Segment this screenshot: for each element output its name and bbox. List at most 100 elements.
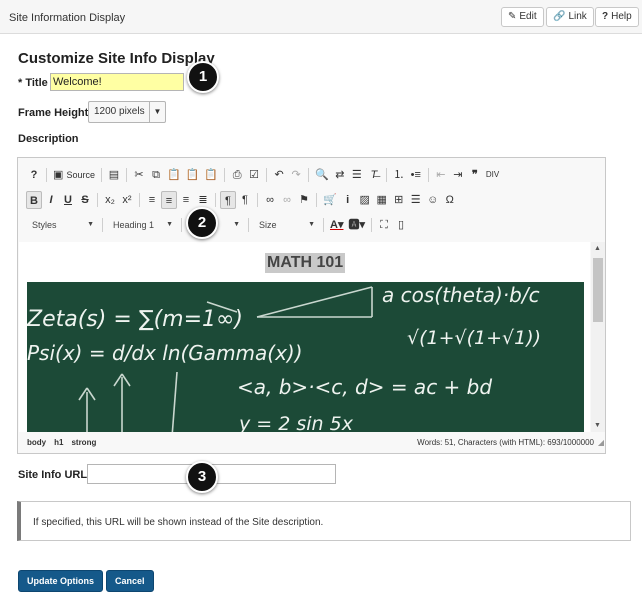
pencil-icon: ✎ [508,11,517,22]
title-input[interactable] [50,73,184,91]
editor-content[interactable]: MATH 101 Zeta(s) = ∑(m=1∞) a cos(theta)·… [19,242,590,432]
url-info-text: If specified, this URL will be shown ins… [33,517,324,528]
update-options-button[interactable]: Update Options [18,570,103,592]
select-all-icon[interactable]: ☰ [349,166,365,184]
smiley-icon[interactable]: ☺ [425,191,441,209]
horizontal-rule-icon[interactable]: ☰ [408,191,424,209]
div-container-icon[interactable]: DIV [484,166,501,184]
paste-icon[interactable]: 📋 [165,166,183,184]
help-about-button[interactable]: ? [26,166,42,184]
size-combo[interactable]: Size ▼ [253,216,319,234]
edit-button[interactable]: ✎ Edit [501,7,544,27]
copy-icon[interactable]: ⧉ [148,166,164,184]
bulleted-list-icon[interactable]: •≡ [408,166,424,184]
scroll-up-icon[interactable]: ▲ [594,245,601,252]
cut-icon[interactable]: ✂ [131,166,147,184]
image-icon[interactable]: ▨ [357,191,373,209]
anchor-icon[interactable]: ⚑ [296,191,312,209]
spellcheck-icon[interactable]: ☑ [246,166,262,184]
chalk-line-sine: y = 2 sin 5x [238,413,354,432]
paste-text-icon[interactable]: 📋 [184,166,202,184]
size-label: Size [259,220,277,230]
link-button[interactable]: 🔗 Link [546,7,594,27]
align-center-icon[interactable]: ≡ [161,191,177,209]
redo-icon[interactable]: ↷ [288,166,304,184]
unlink-icon[interactable]: ∞ [279,191,295,209]
chalk-line-psi: Psi(x) = d/dx ln(Gamma(x)) [27,341,303,365]
tool-title: Site Information Display [9,12,126,24]
paste-word-icon[interactable]: 📋 [202,166,220,184]
callout-badge-3: 3 [186,461,218,493]
page-title: Customize Site Info Display [18,50,215,67]
frame-height-select[interactable]: 1200 pixels ▼ [88,101,166,123]
path-strong[interactable]: strong [71,438,96,447]
link-label: Link [568,11,587,22]
text-color-button[interactable]: A▾ [328,216,345,234]
question-icon: ? [602,11,609,22]
replace-icon[interactable]: ⇄ [332,166,348,184]
text-direction-rtl-icon[interactable]: ¶ [237,191,253,209]
cart-icon[interactable]: 🛒 [321,191,339,209]
info-icon[interactable]: i [340,191,356,209]
templates-icon[interactable]: ▤ [106,166,122,184]
element-path: body h1 strong [27,434,104,452]
callout-badge-2: 2 [186,207,218,239]
movie-icon[interactable]: ▦ [374,191,390,209]
word-count: Words: 51, Characters (with HTML): 693/1… [417,438,594,447]
path-body[interactable]: body [27,438,46,447]
link-icon[interactable]: ∞ [262,191,278,209]
callout-badge-1: 1 [187,61,219,93]
resize-handle-icon[interactable]: ◢ [598,434,604,452]
background-color-button[interactable]: 🅰▾ [346,216,367,234]
subscript-button[interactable]: x₂ [102,191,118,209]
scroll-down-icon[interactable]: ▼ [594,422,601,429]
table-icon[interactable]: ⊞ [391,191,407,209]
chalk-line-zeta: Zeta(s) = ∑(m=1∞) [27,307,243,332]
toolbar-row-1: ? ▣ Source ▤ ✂ ⧉ 📋 📋 📋 ⎙ ☑ ↶ ↷ 🔍 ⇄ ☰ T̶ … [26,165,501,185]
underline-button[interactable]: U [60,191,76,209]
styles-combo[interactable]: Styles ▼ [26,216,98,234]
frame-height-label: Frame Height [18,107,89,119]
editor-status-bar: body h1 strong Words: 51, Characters (with… [19,434,604,452]
chalk-line-inner-product: <a, b>·<c, d> = ac + bd [237,375,492,399]
blockquote-icon[interactable]: ❞ [467,166,483,184]
indent-icon[interactable]: ⇥ [450,166,466,184]
source-button[interactable]: ▣ Source [51,166,97,184]
chalk-line-cos: a cos(theta)·b/c [382,283,540,307]
chalk-line-sqrt: √(1+√(1+√1)) [407,327,541,349]
find-icon[interactable]: 🔍 [313,166,331,184]
scroll-thumb[interactable] [593,258,603,322]
maximize-icon[interactable]: ⛶ [376,216,392,234]
source-icon: ▣ [53,169,64,181]
superscript-button[interactable]: x² [119,191,135,209]
bold-button[interactable]: B [26,191,42,209]
url-info-note: If specified, this URL will be shown ins… [17,501,631,541]
text-direction-ltr-icon[interactable]: ¶ [220,191,236,209]
remove-format-icon[interactable]: T̶ [366,166,382,184]
editor-scrollbar[interactable]: ▲ ▼ [591,242,605,432]
tool-title-bar: Site Information Display ✎ Edit 🔗 Link ? He… [0,0,642,34]
undo-icon[interactable]: ↶ [271,166,287,184]
edit-label: Edit [519,11,537,22]
description-label: Description [18,133,79,145]
format-combo[interactable]: Heading 1 ▼ [107,216,177,234]
path-h1[interactable]: h1 [54,438,63,447]
numbered-list-icon[interactable]: ⒈ [391,166,407,184]
caret-down-icon: ▼ [166,221,173,228]
show-blocks-icon[interactable]: ▯ [393,216,409,234]
italic-button[interactable]: I [43,191,59,209]
print-icon[interactable]: ⎙ [229,166,245,184]
special-char-icon[interactable]: Ω [442,191,458,209]
source-label: Source [66,170,95,180]
align-left-icon[interactable]: ≡ [144,191,160,209]
strikethrough-button[interactable]: S [77,191,93,209]
help-button[interactable]: ? Help [595,7,639,27]
caret-down-icon: ▼ [87,221,94,228]
align-right-icon[interactable]: ≡ [178,191,194,209]
caret-down-icon: ▼ [233,221,240,228]
link-icon: 🔗 [553,11,566,22]
cancel-button[interactable]: Cancel [106,570,154,592]
rich-text-editor: ? ▣ Source ▤ ✂ ⧉ 📋 📋 📋 ⎙ ☑ ↶ ↷ 🔍 ⇄ ☰ T̶ … [17,157,606,454]
outdent-icon[interactable]: ⇤ [433,166,449,184]
caret-down-icon: ▼ [149,102,165,122]
